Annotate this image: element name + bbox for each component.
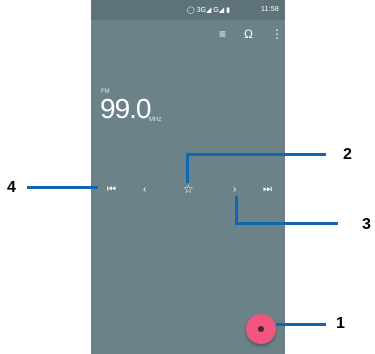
list-icon[interactable]: ≡ [219,28,226,40]
callout-line-3-h [235,222,338,225]
status-time: 11:58 [261,6,279,13]
callout-number-2: 2 [343,146,352,163]
status-bar: ◯ 3G◢ G◢ ▮ 11:58 [91,0,285,20]
callout-line-2-h [186,153,326,156]
frequency-display: 99.0 [100,93,151,124]
seek-back-icon[interactable]: ‹ [143,185,146,195]
callout-line-1 [276,323,326,326]
frequency-unit: MHz [149,117,162,123]
record-icon [258,326,264,332]
record-button[interactable] [246,314,276,344]
callout-number-1: 1 [336,315,345,332]
callout-line-4 [27,186,98,189]
app-toolbar: ≡ Ω ⋮ [91,20,285,50]
status-icons: ◯ 3G◢ G◢ ▮ [186,7,230,14]
headset-icon[interactable]: Ω [244,28,253,40]
callout-number-4: 4 [7,179,16,196]
callout-line-2-v [186,153,189,183]
previous-station-icon[interactable]: ⏮ [107,185,116,195]
next-station-icon[interactable]: ⏭ [263,185,272,195]
callout-line-3-v [235,196,238,225]
seek-forward-icon[interactable]: › [233,185,236,195]
more-options-icon[interactable]: ⋮ [271,28,283,40]
callout-number-3: 3 [362,216,371,233]
favorite-star-icon[interactable]: ☆ [183,183,194,195]
